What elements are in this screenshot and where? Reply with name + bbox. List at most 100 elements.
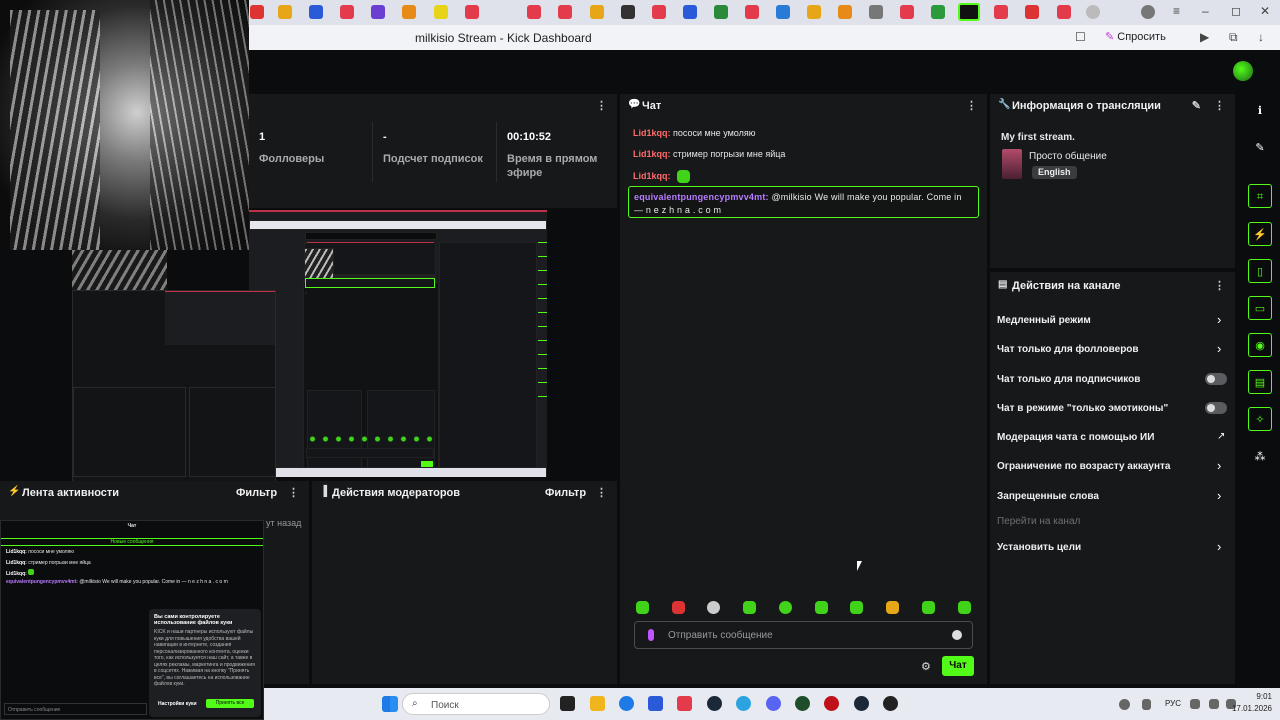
chat-input[interactable]: Отправить сообщение: [634, 621, 973, 649]
taskbar-search[interactable]: ⌕ Поиск: [402, 693, 550, 715]
yandex-browser-icon[interactable]: [677, 696, 692, 711]
activity-filter[interactable]: Фильтр: [236, 487, 277, 499]
new-tab-icon[interactable]: [1086, 5, 1100, 19]
tab-favicon[interactable]: [838, 5, 852, 19]
chevron-right-icon[interactable]: ›: [1217, 539, 1221, 554]
emote-icon[interactable]: [922, 601, 935, 614]
capture-icon[interactable]: ⌗: [1248, 184, 1272, 208]
more-icon[interactable]: ⋮: [1214, 279, 1225, 292]
chat-username[interactable]: Lid1kqq:: [633, 171, 671, 181]
tab-favicon[interactable]: [371, 5, 385, 19]
tab-favicon[interactable]: [558, 5, 572, 19]
close-icon[interactable]: ✕: [1260, 4, 1270, 18]
tab-favicon[interactable]: [807, 5, 821, 19]
bookmark-icon[interactable]: ☐: [1075, 30, 1086, 44]
tab-favicon[interactable]: [1057, 5, 1071, 19]
mic-tray-icon[interactable]: [1142, 699, 1151, 710]
chevron-right-icon[interactable]: ›: [1217, 312, 1221, 327]
tab-favicon[interactable]: [590, 5, 604, 19]
more-icon[interactable]: ⋮: [1214, 99, 1225, 112]
ask-button[interactable]: ✎ Спросить: [1105, 30, 1166, 43]
send-button[interactable]: Чат: [942, 656, 974, 676]
tab-favicon[interactable]: [278, 5, 292, 19]
chat-username[interactable]: Lid1kqq:: [633, 128, 671, 138]
action-set-goals[interactable]: Установить цели: [997, 542, 1081, 553]
media-icon[interactable]: ▶: [1200, 30, 1209, 44]
emote-icon[interactable]: [743, 601, 756, 614]
tab-favicon[interactable]: [527, 5, 541, 19]
emote-icon[interactable]: [886, 601, 899, 614]
more-icon[interactable]: ⋮: [596, 99, 607, 112]
layout-icon[interactable]: ▤: [1248, 370, 1272, 394]
edit-icon[interactable]: ✎: [1192, 99, 1201, 112]
lightning-icon[interactable]: ⚡: [1248, 222, 1272, 246]
tab-favicon[interactable]: [402, 5, 416, 19]
broadcast-icon[interactable]: ◉: [1248, 333, 1272, 357]
apps-icon[interactable]: ⁂: [1248, 445, 1272, 469]
menu-icon[interactable]: ≡: [1173, 4, 1180, 18]
app-icon[interactable]: [795, 696, 810, 711]
tab-favicon[interactable]: [714, 5, 728, 19]
emote-icon[interactable]: [707, 601, 720, 614]
tab-favicon[interactable]: [776, 5, 790, 19]
network-icon[interactable]: [1119, 699, 1130, 710]
emotes-only-toggle[interactable]: [1205, 402, 1227, 414]
emote-icon[interactable]: [672, 601, 685, 614]
mic-icon[interactable]: [648, 629, 654, 641]
maximize-icon[interactable]: ◻: [1231, 4, 1241, 18]
telegram-icon[interactable]: [736, 696, 751, 711]
wifi-icon[interactable]: [1190, 699, 1200, 709]
document-icon[interactable]: ▯: [1248, 259, 1272, 283]
tab-favicon[interactable]: [621, 5, 635, 19]
emote-icon[interactable]: [850, 601, 863, 614]
minimize-icon[interactable]: –: [1202, 4, 1209, 18]
obs-icon[interactable]: [883, 696, 898, 711]
emoji-icon[interactable]: [952, 630, 962, 640]
explorer-icon[interactable]: [590, 696, 605, 711]
discord-icon[interactable]: [766, 696, 781, 711]
cookie-accept-button[interactable]: Принять все: [206, 699, 254, 708]
chevron-right-icon[interactable]: ›: [1217, 341, 1221, 356]
pencil-icon[interactable]: ✎: [1248, 136, 1272, 160]
tab-favicon[interactable]: [652, 5, 666, 19]
tab-favicon[interactable]: [900, 5, 914, 19]
chat-username[interactable]: Lid1kqq:: [633, 149, 671, 159]
action-slow-mode[interactable]: Медленный режим: [997, 315, 1091, 326]
moderators-filter[interactable]: Фильтр: [545, 487, 586, 499]
chevron-right-icon[interactable]: ›: [1217, 458, 1221, 473]
task-view-icon[interactable]: [560, 696, 575, 711]
action-go-to-channel[interactable]: Перейти на канал: [997, 516, 1080, 527]
avatar[interactable]: [1233, 61, 1253, 81]
store-icon[interactable]: [648, 696, 663, 711]
action-ai-moderation[interactable]: Модерация чата с помощью ИИ: [997, 432, 1154, 443]
edge-icon[interactable]: [619, 696, 634, 711]
chat-username[interactable]: equivalentpungencypmvv4mt:: [634, 192, 769, 202]
more-icon[interactable]: ⋮: [596, 486, 607, 499]
external-link-icon[interactable]: ↗: [1217, 431, 1225, 442]
windows-start-icon[interactable]: [382, 696, 398, 712]
tab-favicon[interactable]: [465, 5, 479, 19]
tab-favicon[interactable]: [434, 5, 448, 19]
category-name[interactable]: Просто общение: [1029, 151, 1107, 162]
app-icon[interactable]: [824, 696, 839, 711]
steam-icon[interactable]: [854, 696, 869, 711]
subscribers-only-toggle[interactable]: [1205, 373, 1227, 385]
tab-kick-active[interactable]: [958, 3, 980, 21]
info-icon[interactable]: ℹ: [1248, 99, 1272, 123]
tab-favicon[interactable]: [250, 5, 264, 19]
action-account-age[interactable]: Ограничение по возрасту аккаунта: [997, 461, 1171, 472]
profile-icon[interactable]: [1141, 5, 1155, 19]
emote-icon[interactable]: [958, 601, 971, 614]
tab-favicon[interactable]: [869, 5, 883, 19]
action-followers-only[interactable]: Чат только для фолловеров: [997, 344, 1139, 355]
clock[interactable]: 9:01 17.01.2026: [1232, 691, 1272, 715]
tab-favicon[interactable]: [309, 5, 323, 19]
more-icon[interactable]: ⋮: [288, 486, 299, 499]
emote-icon[interactable]: [636, 601, 649, 614]
steam-icon[interactable]: [707, 696, 722, 711]
tab-favicon[interactable]: [745, 5, 759, 19]
gear-icon[interactable]: ⚙: [921, 660, 931, 673]
tab-favicon[interactable]: [683, 5, 697, 19]
emote-icon[interactable]: [779, 601, 792, 614]
emote-icon[interactable]: [815, 601, 828, 614]
